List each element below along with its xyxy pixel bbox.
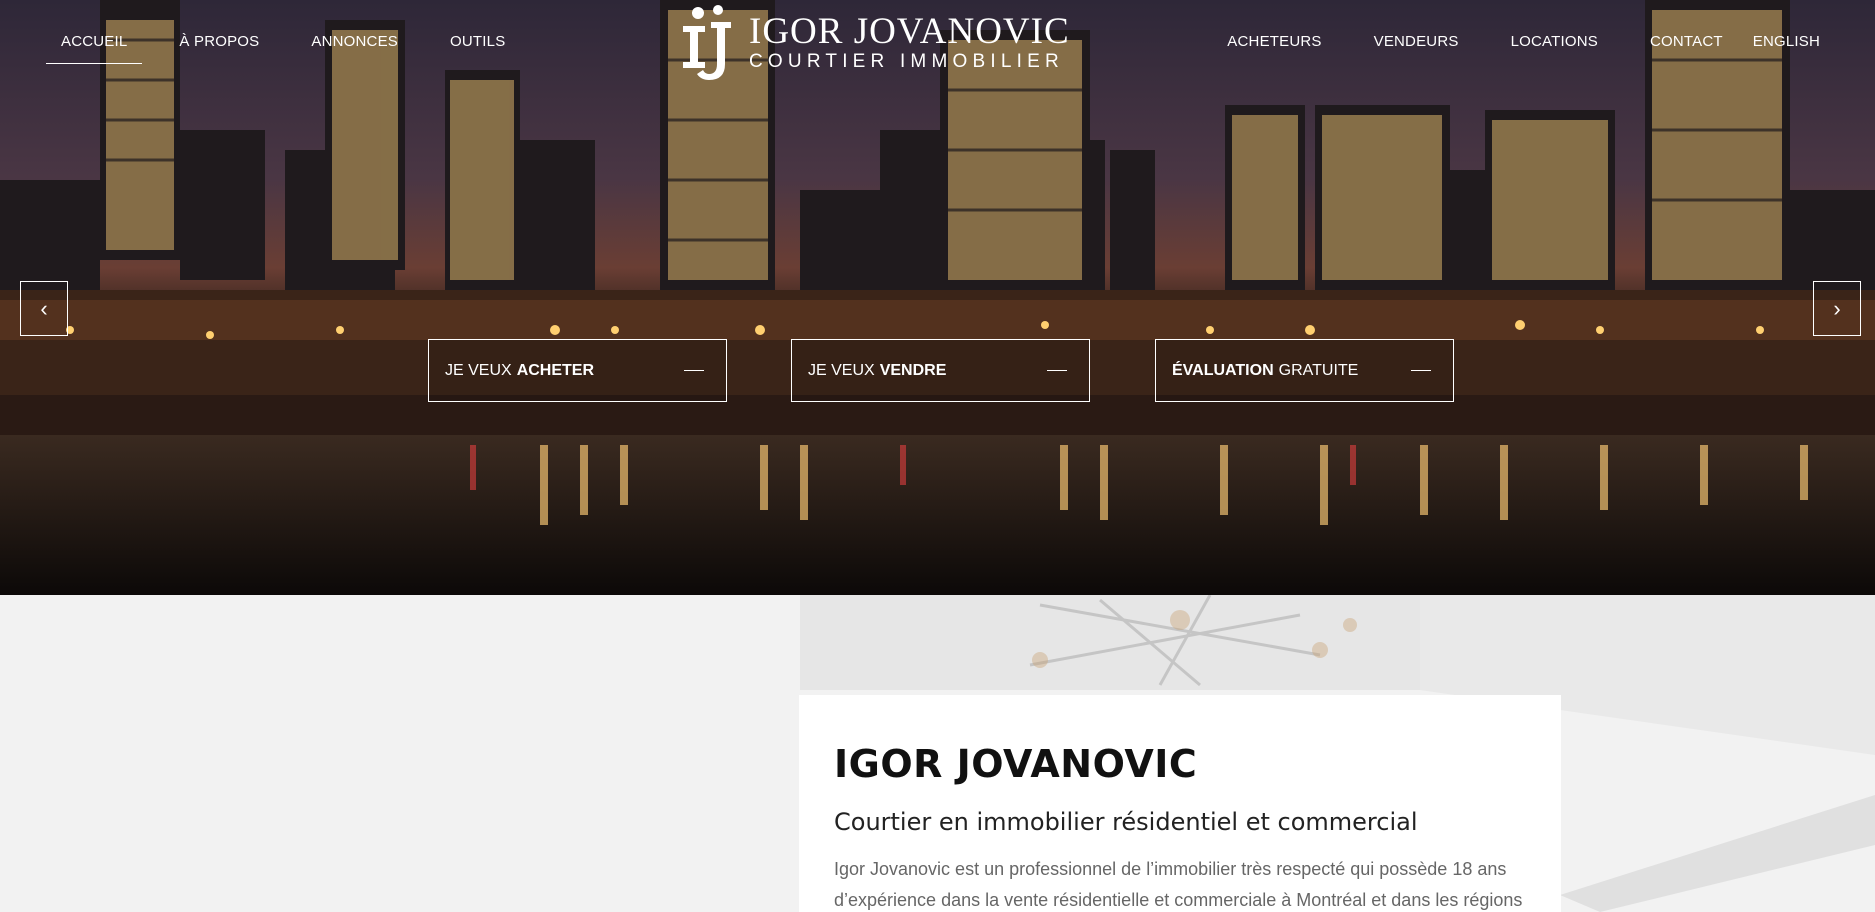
cta-sell-prefix: JE VEUX [808,361,875,379]
nav-acheteurs[interactable]: ACHETEURS [1212,33,1336,64]
about-title: IGOR JOVANOVIC [834,742,1198,786]
nav-annonces[interactable]: ANNONCES [296,33,413,64]
main-nav-left: ACCUEIL À PROPOS ANNONCES OUTILS [46,33,531,64]
about-card: IGOR JOVANOVIC Courtier en immobilier ré… [799,695,1561,912]
cta-free-evaluation-button[interactable]: ÉVALUATION GRATUITE [1155,339,1454,402]
nav-vendeurs[interactable]: VENDEURS [1359,33,1474,64]
logo-subtitle: COURTIER IMMOBILIER [749,51,1064,72]
carousel-prev-button[interactable]: ‹ [20,281,68,336]
city-skyline-image [0,0,1875,595]
nav-language-english[interactable]: ENGLISH [1738,33,1835,64]
dash-icon [684,370,704,371]
logo-name: IGOR JOVANOVIC [749,11,1070,52]
cta-sell-button[interactable]: JE VEUX VENDRE [791,339,1090,402]
about-subtitle: Courtier en immobilier résidentiel et co… [834,808,1418,836]
nav-a-propos[interactable]: À PROPOS [164,33,274,64]
site-logo[interactable]: IGOR JOVANOVIC COURTIER IMMOBILIER [673,2,1070,82]
dash-icon [1411,370,1431,371]
nav-accueil[interactable]: ACCUEIL [46,33,143,64]
about-description: Igor Jovanovic est un professionnel de l… [834,859,1523,910]
cta-eval-suffix: GRATUITE [1278,361,1359,379]
carousel-next-button[interactable]: › [1813,281,1861,336]
dash-icon [1047,370,1067,371]
cta-buy-button[interactable]: JE VEUX ACHETER [428,339,727,402]
nav-outils[interactable]: OUTILS [435,33,520,64]
nav-locations[interactable]: LOCATIONS [1496,33,1613,64]
hero-banner: ACCUEIL À PROPOS ANNONCES OUTILS IGOR JO… [0,0,1875,595]
cta-buy-prefix: JE VEUX [445,361,512,379]
cta-sell-strong: VENDRE [879,361,947,379]
about-section: IGOR JOVANOVIC Courtier en immobilier ré… [0,595,1875,912]
cta-eval-strong: ÉVALUATION [1172,361,1274,379]
nav-contact[interactable]: CONTACT [1635,33,1738,64]
main-nav-right: ACHETEURS VENDEURS LOCATIONS CONTACT ENG… [1201,33,1835,64]
ij-monogram-icon [683,5,731,80]
cta-buy-strong: ACHETER [516,361,595,379]
